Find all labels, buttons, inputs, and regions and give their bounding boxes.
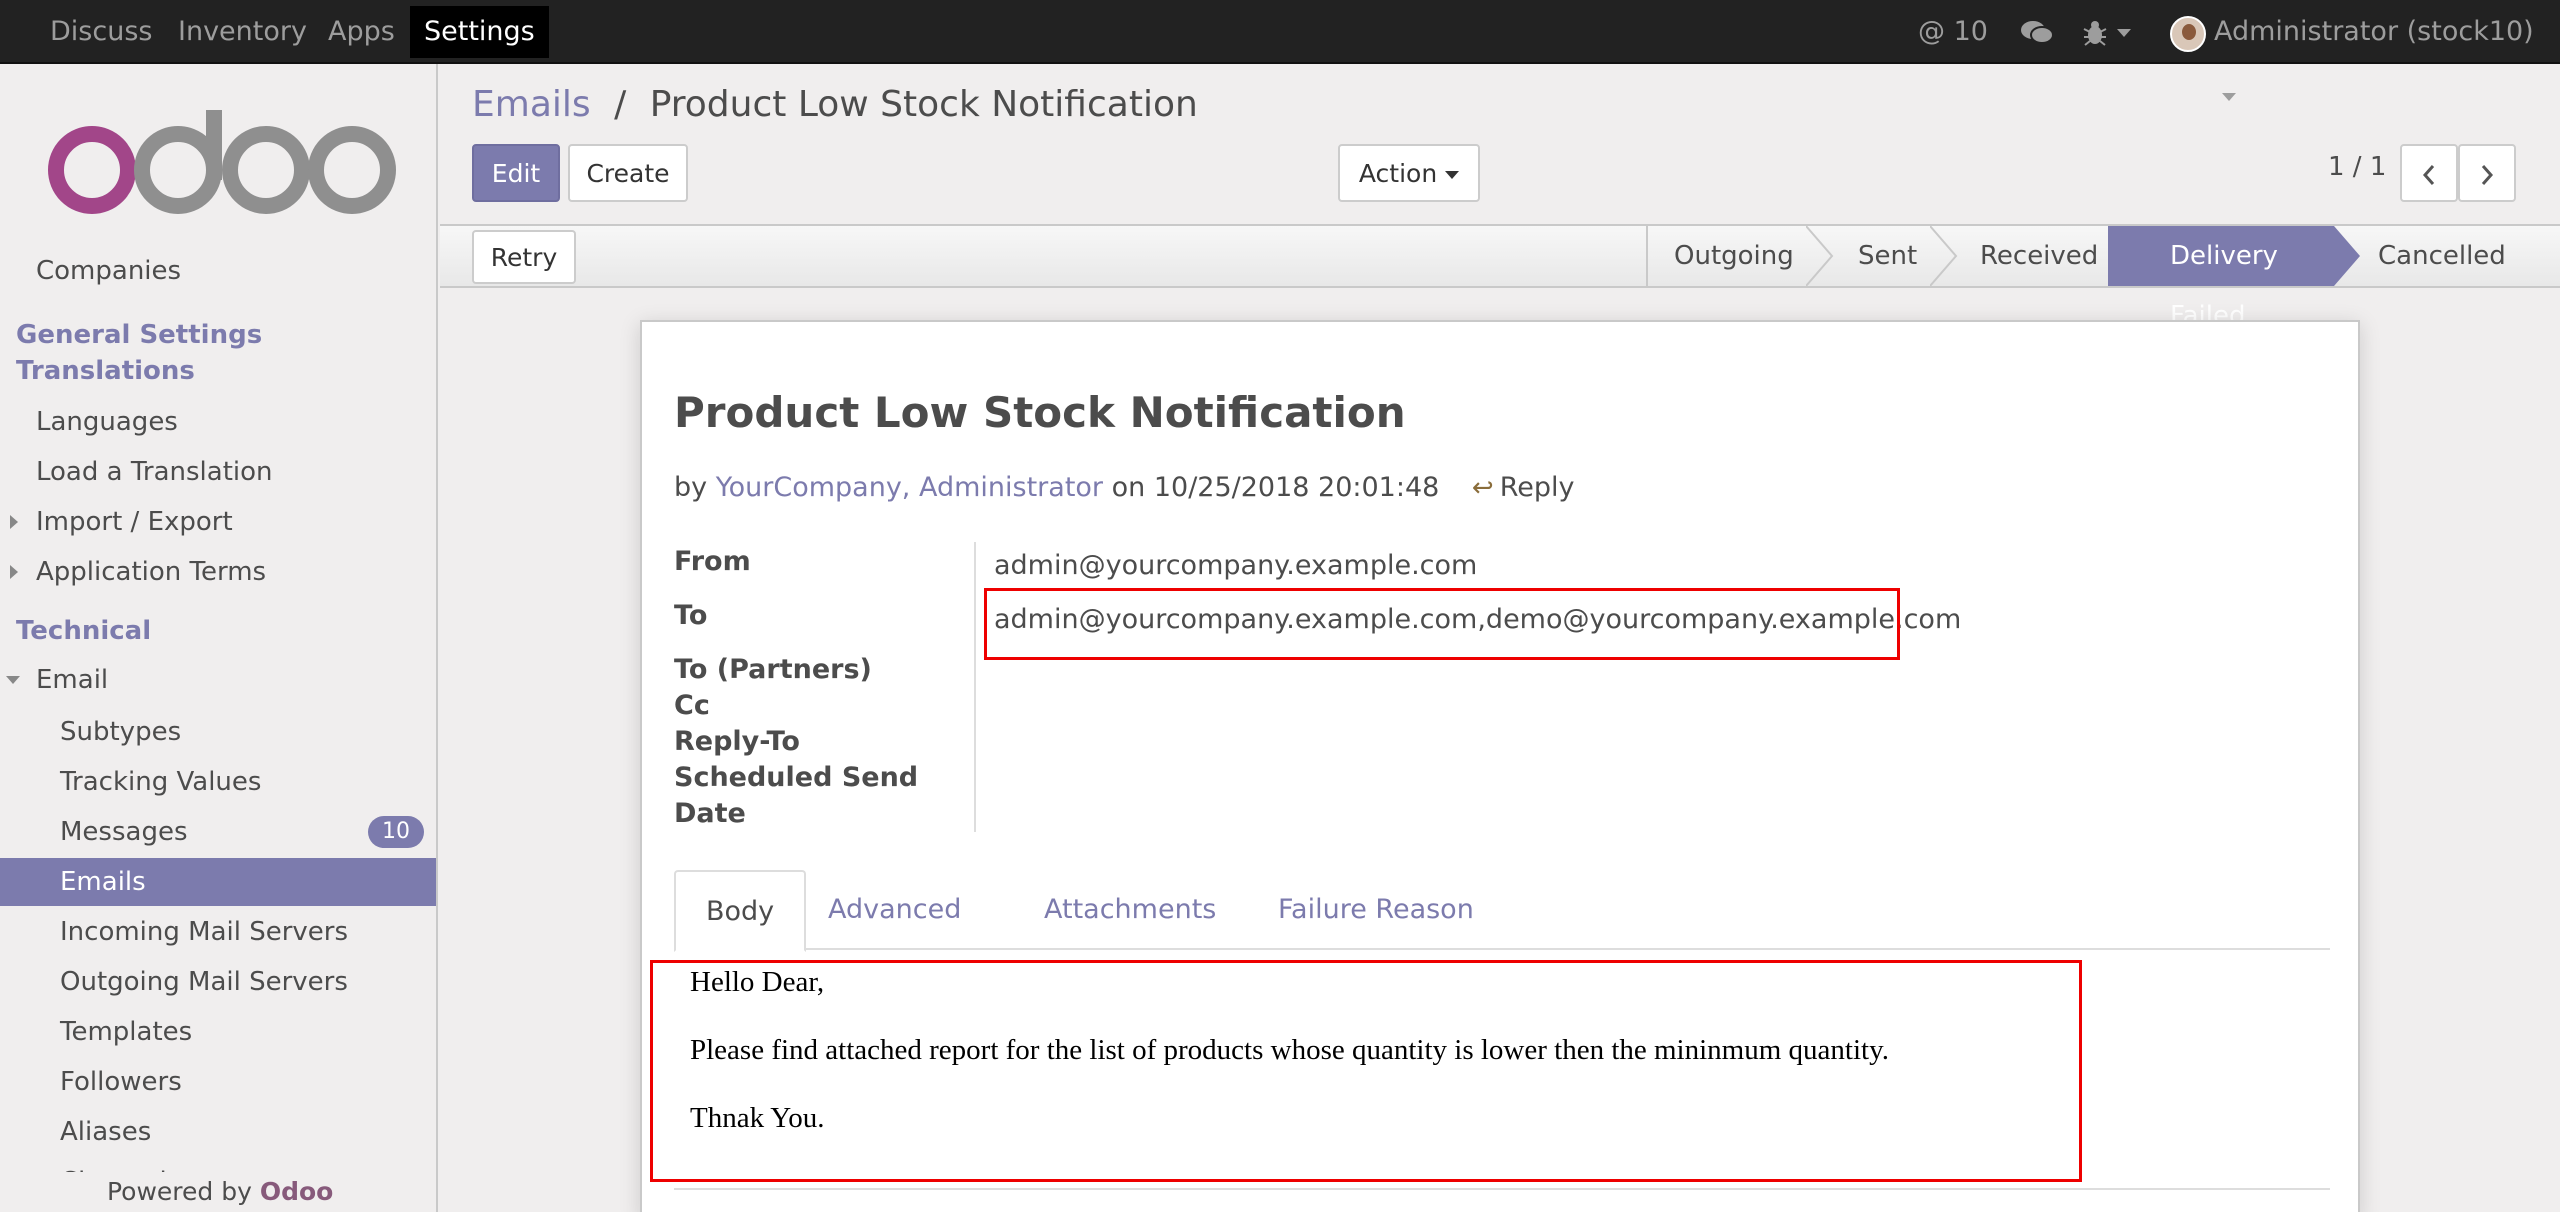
to-partners-label: To (Partners)	[674, 654, 872, 685]
mail-byline: by YourCompany, Administrator on 10/25/2…	[674, 472, 1574, 503]
caret-right-icon	[10, 565, 18, 579]
chevron-left-icon	[2422, 165, 2435, 185]
top-navbar: Discuss Inventory Apps Settings @ 10 Adm…	[0, 0, 2560, 101]
date-label: Date	[674, 798, 746, 829]
sidebar-head-general-settings[interactable]: General Settings	[16, 320, 262, 350]
tab-advanced[interactable]: Advanced	[798, 870, 991, 950]
reply-to-label: Reply-To	[674, 726, 800, 757]
sidebar-item-label: Email	[36, 665, 109, 695]
breadcrumb: Emails / Product Low Stock Notification	[472, 84, 1198, 125]
stage-cancelled[interactable]: Cancelled	[2378, 226, 2506, 286]
status-divider	[1646, 226, 1648, 286]
stage-delivery-failed[interactable]: Delivery Failed	[2108, 226, 2334, 331]
sidebar-item-tracking-values[interactable]: Tracking Values	[0, 758, 436, 806]
powered-by-brand[interactable]: Odoo	[260, 1177, 334, 1206]
sidebar-item-emails[interactable]: Emails	[0, 858, 436, 906]
edit-button[interactable]: Edit	[472, 144, 560, 202]
stage-received[interactable]: Received	[1980, 226, 2098, 286]
reply-button[interactable]: ↩ Reply	[1472, 472, 1575, 503]
caret-right-icon	[10, 515, 18, 529]
sidebar-item-application-terms[interactable]: Application Terms	[0, 548, 436, 596]
menu-settings[interactable]: Settings	[410, 6, 549, 58]
powered-by: Powered by Odoo	[0, 1172, 436, 1212]
scheduled-send-label: Scheduled Send	[674, 762, 919, 793]
sidebar: Companies General Settings Translations …	[0, 64, 438, 1212]
pager-value[interactable]: 1 / 1	[2328, 152, 2386, 182]
sidebar-item-outgoing-servers[interactable]: Outgoing Mail Servers	[0, 958, 436, 1006]
odoo-logo	[48, 110, 396, 214]
action-label: Action	[1358, 159, 1438, 188]
sidebar-item-incoming-servers[interactable]: Incoming Mail Servers	[0, 908, 436, 956]
menu-apps[interactable]: Apps	[314, 0, 409, 64]
byline-by: by	[674, 472, 708, 503]
sidebar-head-technical[interactable]: Technical	[16, 616, 151, 646]
user-name: Administrator (stock10)	[2214, 16, 2534, 47]
stage-outgoing[interactable]: Outgoing	[1674, 226, 1794, 286]
create-button[interactable]: Create	[568, 144, 688, 202]
to-highlight-box	[984, 588, 1900, 660]
stage-separator	[1930, 226, 1958, 286]
mail-subject: Product Low Stock Notification	[674, 388, 1406, 437]
retry-button[interactable]: Retry	[472, 230, 576, 284]
field-divider	[974, 542, 976, 832]
chevron-right-icon	[2481, 165, 2494, 185]
body-divider	[674, 1188, 2330, 1190]
sidebar-head-translations[interactable]: Translations	[16, 356, 195, 386]
breadcrumb-separator: /	[614, 84, 627, 125]
chevron-down-icon	[1445, 171, 1460, 179]
sidebar-item-label: Messages	[60, 817, 188, 847]
sidebar-item-templates[interactable]: Templates	[0, 1008, 436, 1056]
reply-icon: ↩	[1471, 473, 1494, 503]
action-dropdown[interactable]: Action	[1338, 144, 1480, 202]
sidebar-item-messages[interactable]: Messages 10	[0, 808, 436, 856]
mail-form-sheet: Product Low Stock Notification by YourCo…	[640, 320, 2360, 1212]
caret-down-icon	[6, 676, 20, 684]
stage-sent[interactable]: Sent	[1858, 226, 1917, 286]
body-highlight-box	[650, 960, 2082, 1182]
sidebar-item-languages[interactable]: Languages	[0, 398, 436, 446]
user-menu[interactable]: Administrator (stock10)	[2214, 0, 2560, 101]
chat-icon[interactable]	[2020, 0, 2054, 64]
to-label: To	[674, 600, 708, 631]
sidebar-item-email[interactable]: Email	[0, 656, 436, 704]
cc-label: Cc	[674, 690, 710, 721]
powered-by-label: Powered by	[107, 1177, 252, 1206]
mentions-counter[interactable]: @ 10	[1918, 0, 1988, 64]
tab-failure-reason[interactable]: Failure Reason	[1248, 870, 1504, 950]
chevron-down-icon	[2116, 28, 2131, 37]
pager-previous-button[interactable]	[2400, 144, 2458, 202]
sidebar-item-label: Application Terms	[36, 557, 267, 587]
sidebar-item-import-export[interactable]: Import / Export	[0, 498, 436, 546]
breadcrumb-emails[interactable]: Emails	[472, 84, 591, 125]
stage-separator	[1806, 226, 1834, 286]
stage-separator	[2108, 226, 2134, 286]
stage-separator	[2334, 226, 2360, 286]
sidebar-item-companies[interactable]: Companies	[0, 256, 436, 286]
reply-label: Reply	[1499, 472, 1575, 503]
mail-author-link[interactable]: YourCompany, Administrator	[716, 472, 1103, 503]
mail-date: on 10/25/2018 20:01:48	[1111, 472, 1440, 503]
chevron-down-icon	[2222, 92, 2236, 101]
status-bar: Retry Outgoing Sent Received Delivery Fa…	[440, 224, 2560, 331]
from-label: From	[674, 546, 751, 577]
sidebar-item-followers[interactable]: Followers	[0, 1058, 436, 1106]
breadcrumb-current: Product Low Stock Notification	[649, 84, 1198, 125]
sidebar-item-aliases[interactable]: Aliases	[0, 1108, 436, 1156]
sidebar-item-label: Import / Export	[36, 507, 233, 537]
sidebar-item-subtypes[interactable]: Subtypes	[0, 708, 436, 756]
menu-discuss[interactable]: Discuss	[36, 0, 166, 64]
mail-tabs: Body Advanced Attachments Failure Reason	[674, 870, 2330, 952]
sidebar-item-load-translation[interactable]: Load a Translation	[0, 448, 436, 496]
pager-next-button[interactable]	[2458, 144, 2516, 202]
avatar[interactable]	[2170, 16, 2206, 52]
tab-attachments[interactable]: Attachments	[1014, 870, 1246, 950]
tab-body[interactable]: Body	[674, 870, 807, 952]
messages-count-badge: 10	[368, 816, 424, 848]
menu-inventory[interactable]: Inventory	[164, 0, 321, 64]
debug-icon[interactable]	[2082, 0, 2131, 64]
from-value: admin@yourcompany.example.com	[994, 550, 1478, 581]
